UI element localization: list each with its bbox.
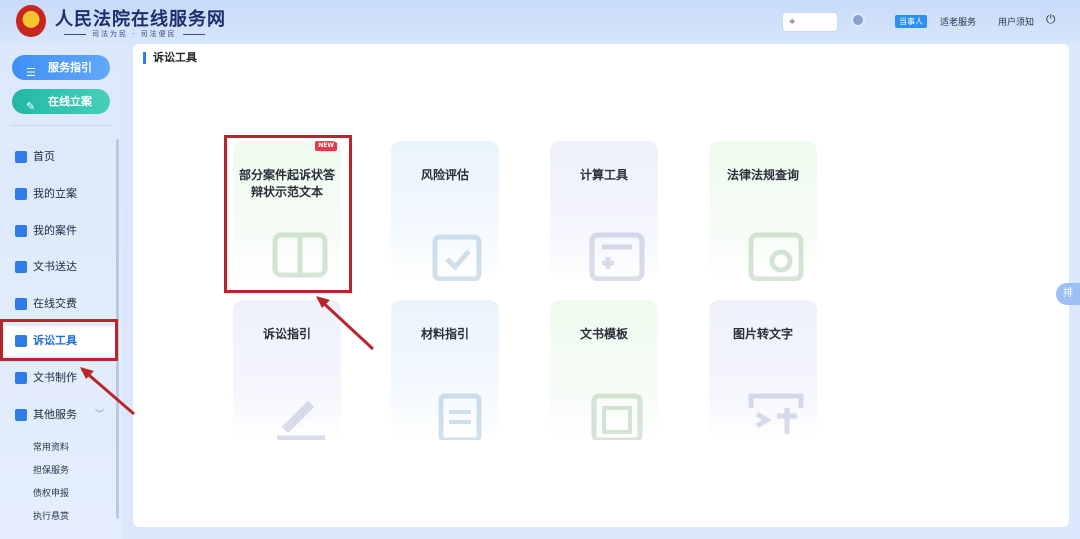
template-icon xyxy=(591,393,643,440)
home-icon xyxy=(15,151,27,163)
site-slogan: 司法为民 · 司法便民 xyxy=(58,29,211,39)
sidebar-item-my-filings[interactable]: 我的立案 xyxy=(0,179,118,209)
tool-card-litigation-guide[interactable]: 诉讼指引 xyxy=(233,300,341,440)
tool-card-label: 计算工具 xyxy=(579,168,628,182)
side-float-tab[interactable]: 排 xyxy=(1056,283,1080,305)
sub-item-guarantee-service[interactable]: 担保服务 xyxy=(33,463,69,476)
sidebar-item-label: 文书送达 xyxy=(33,260,77,273)
sidebar-item-label: 我的立案 xyxy=(33,187,77,200)
site-title[interactable]: 人民法院在线服务网 xyxy=(55,5,226,31)
payment-icon xyxy=(15,298,27,310)
image-to-text-icon xyxy=(748,393,804,434)
annotation-box-sidebar xyxy=(0,319,118,361)
search-document-icon xyxy=(748,232,804,281)
edit-icon: ✎ xyxy=(26,100,36,113)
grid-icon xyxy=(15,409,27,421)
court-emblem-icon xyxy=(16,5,46,37)
sidebar-item-label: 文书制作 xyxy=(33,371,77,384)
service-guide-label: 服务指引 xyxy=(48,61,92,74)
user-avatar-icon[interactable] xyxy=(851,13,865,27)
case-icon xyxy=(15,225,27,237)
tool-card-label: 材料指引 xyxy=(420,327,469,341)
annotation-box-card xyxy=(224,135,352,293)
elder-service-link[interactable]: 适老服务 xyxy=(940,15,976,28)
sub-item-enforcement-reward[interactable]: 执行悬赏 xyxy=(33,509,69,522)
sidebar-item-document-drafting[interactable]: 文书制作 xyxy=(0,363,118,393)
guide-icon: ☰ xyxy=(26,66,36,79)
tool-card-calculator[interactable]: 计算工具 xyxy=(550,141,658,281)
clipboard-check-icon xyxy=(432,234,482,281)
tool-card-risk-assessment[interactable]: 风险评估 xyxy=(391,141,499,281)
tool-card-label: 诉讼指引 xyxy=(262,327,311,341)
calculator-icon xyxy=(589,232,645,281)
power-icon[interactable]: ⏻ xyxy=(1046,12,1056,27)
tool-card-document-templates[interactable]: 文书模板 xyxy=(550,300,658,440)
sub-item-common-materials[interactable]: 常用资料 xyxy=(33,440,69,453)
documents-icon xyxy=(438,393,482,440)
online-filing-button[interactable]: ✎ 在线立案 xyxy=(12,89,110,114)
tool-card-label: 图片转文字 xyxy=(732,327,793,341)
sidebar-item-other-services[interactable]: 其他服务 ﹀ xyxy=(0,400,118,430)
location-selector[interactable]: ⌖ xyxy=(782,12,838,32)
tool-card-label: 法律法规查询 xyxy=(726,168,799,182)
sidebar-item-home[interactable]: 首页 xyxy=(0,142,118,172)
sidebar-item-document-delivery[interactable]: 文书送达 xyxy=(0,252,118,282)
service-guide-button[interactable]: ☰ 服务指引 xyxy=(12,55,110,80)
gavel-icon xyxy=(277,400,325,440)
filing-icon xyxy=(15,188,27,200)
delivery-icon xyxy=(15,261,27,273)
tool-card-label: 风险评估 xyxy=(420,168,469,182)
sidebar-item-online-payment[interactable]: 在线交费 xyxy=(0,289,118,319)
sidebar: ☰ 服务指引 ✎ 在线立案 首页 我的立案 我的案件 文书送达 在线交费 诉讼工… xyxy=(0,44,122,539)
sidebar-item-my-cases[interactable]: 我的案件 xyxy=(0,216,118,246)
tool-card-label: 文书模板 xyxy=(579,327,628,341)
page-title: 诉讼工具 xyxy=(143,52,197,64)
sidebar-item-label: 在线交费 xyxy=(33,297,77,310)
sidebar-item-label: 其他服务 xyxy=(33,408,77,421)
sidebar-item-label: 我的案件 xyxy=(33,224,77,237)
drafting-icon xyxy=(15,372,27,384)
sidebar-item-label: 首页 xyxy=(33,150,55,163)
online-filing-label: 在线立案 xyxy=(48,95,92,108)
tool-card-material-guide[interactable]: 材料指引 xyxy=(391,300,499,440)
role-badge[interactable]: 当事人 xyxy=(895,15,927,28)
top-header: 人民法院在线服务网 司法为民 · 司法便民 ⌖ 当事人 适老服务 用户须知 ⏻ xyxy=(0,0,1080,44)
tool-card-law-search[interactable]: 法律法规查询 xyxy=(709,141,817,281)
location-pin-icon: ⌖ xyxy=(789,15,796,28)
sub-item-claim-declaration[interactable]: 债权申报 xyxy=(33,486,69,499)
tool-card-image-to-text[interactable]: 图片转文字 xyxy=(709,300,817,440)
user-notice-link[interactable]: 用户须知 xyxy=(998,15,1034,28)
sidebar-divider xyxy=(10,125,112,126)
chevron-down-icon: ﹀ xyxy=(95,410,105,420)
